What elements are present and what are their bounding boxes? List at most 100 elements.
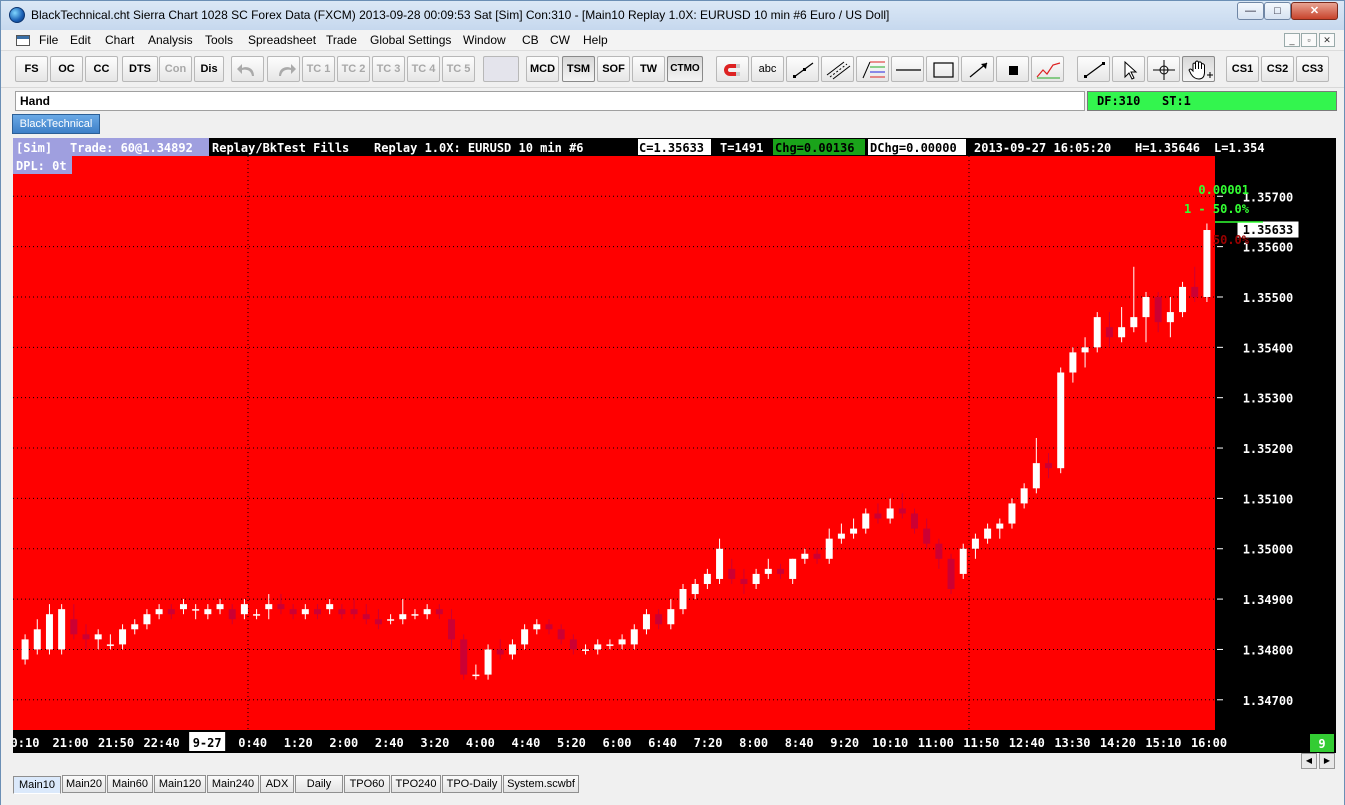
tc3-button[interactable]: TC 3 (372, 56, 405, 82)
blank-button[interactable] (483, 56, 519, 82)
candle-body (630, 629, 638, 645)
tab-tpo240[interactable]: TPO240 (391, 775, 441, 793)
tab-daily[interactable]: Daily (295, 775, 343, 793)
oc-button[interactable]: OC (50, 56, 83, 82)
mcd-button[interactable]: MCD (526, 56, 559, 82)
chartbook-tab[interactable]: BlackTechnical (12, 114, 100, 134)
ray-button[interactable] (786, 56, 819, 82)
current-price-label: 1.35633 (1243, 223, 1294, 237)
fibonacci-button[interactable] (856, 56, 889, 82)
tsm-button[interactable]: TSM (562, 56, 595, 82)
fs-button[interactable]: FS (15, 56, 48, 82)
candle-body (70, 619, 78, 635)
line-button[interactable] (1077, 56, 1110, 82)
menu-file[interactable]: File (39, 33, 58, 47)
menu-global-settings[interactable]: Global Settings (370, 33, 451, 47)
cs2-button[interactable]: CS2 (1261, 56, 1294, 82)
chart-area[interactable]: 1.35700 1.35600 1.35500 1.35400 1.35300 1.352… (13, 138, 1336, 753)
high-value: H=1.35646 (1135, 141, 1200, 155)
mdi-minimize-button[interactable]: _ (1284, 33, 1300, 47)
candle-body (557, 629, 565, 640)
crosshair-button[interactable] (1147, 56, 1180, 82)
sof-button[interactable]: SOF (597, 56, 630, 82)
rectangle-button[interactable] (926, 56, 959, 82)
menu-help[interactable]: Help (583, 33, 608, 47)
tab-adx[interactable]: ADX (260, 775, 294, 793)
close-button[interactable]: ✕ (1291, 2, 1338, 20)
zigzag-icon (1036, 62, 1061, 79)
title-bar[interactable]: BlackTechnical.cht Sierra Chart 1028 SC … (1, 1, 1344, 30)
candle-body (642, 614, 650, 630)
magnet-button[interactable] (716, 56, 749, 82)
horizontal-line-button[interactable] (891, 56, 924, 82)
tc1-button[interactable]: TC 1 (302, 56, 335, 82)
hand-icon (1188, 60, 1213, 80)
time-tick-label: 5:20 (557, 736, 586, 750)
menu-analysis[interactable]: Analysis (148, 33, 193, 47)
candle-body (679, 589, 687, 610)
app-globe-icon (9, 7, 25, 23)
text-tool-button[interactable]: abc (751, 56, 784, 82)
arrow-button[interactable] (961, 56, 994, 82)
tab-main60[interactable]: Main60 (107, 775, 153, 793)
tc4-button[interactable]: TC 4 (407, 56, 440, 82)
tw-button[interactable]: TW (632, 56, 665, 82)
current-tool-label: Hand (20, 94, 50, 108)
tc5-button[interactable]: TC 5 (442, 56, 475, 82)
tab-system-scwbf[interactable]: System.scwbf (503, 775, 579, 793)
candle-body (1045, 463, 1053, 469)
tab-main240[interactable]: Main240 (207, 775, 259, 793)
cc-button[interactable]: CC (85, 56, 118, 82)
con-button[interactable]: Con (159, 56, 192, 82)
pointer-button[interactable] (1112, 56, 1145, 82)
hand-button[interactable] (1182, 56, 1215, 82)
scroll-left-icon[interactable]: ◀ (1301, 753, 1317, 769)
candle-body (448, 619, 456, 640)
candle-body (240, 604, 248, 615)
candle-body (21, 639, 29, 660)
time-tick-label: 9:20 (830, 736, 859, 750)
menu-trade[interactable]: Trade (326, 33, 357, 47)
candle-body (94, 634, 102, 640)
undo-button[interactable] (231, 56, 264, 82)
ctmo-button[interactable]: CTMO (667, 56, 703, 82)
cs1-button[interactable]: CS1 (1226, 56, 1259, 82)
candle-body (801, 553, 809, 559)
candle-body (862, 513, 870, 529)
mdi-restore-button[interactable]: ▫ (1301, 33, 1317, 47)
daily-change-value: DChg=0.00000 (870, 141, 957, 155)
menu-cb[interactable]: CB (522, 33, 539, 47)
candle-body (569, 639, 577, 650)
tab-tpo60[interactable]: TPO60 (344, 775, 390, 793)
document-icon[interactable] (16, 35, 30, 46)
mdi-close-button[interactable]: ✕ (1319, 33, 1335, 47)
menu-spreadsheet[interactable]: Spreadsheet (248, 33, 316, 47)
redo-button[interactable] (267, 56, 300, 82)
tab-tpo-daily[interactable]: TPO-Daily (442, 775, 502, 793)
candle-body (740, 578, 748, 584)
menu-tools[interactable]: Tools (205, 33, 233, 47)
zigzag-button[interactable] (1031, 56, 1064, 82)
menu-edit[interactable]: Edit (70, 33, 91, 47)
price-chart[interactable]: 1.35700 1.35600 1.35500 1.35400 1.35300 1.352… (13, 138, 1336, 753)
tab-main120[interactable]: Main120 (154, 775, 206, 793)
menu-cw[interactable]: CW (550, 33, 570, 47)
horizontal-scrollbar[interactable]: ◀ ▶ (1301, 753, 1337, 771)
cs3-button[interactable]: CS3 (1296, 56, 1329, 82)
dts-button[interactable]: DTS (122, 56, 158, 82)
marker-button[interactable] (996, 56, 1029, 82)
candle-body (216, 604, 224, 610)
menu-window[interactable]: Window (463, 33, 506, 47)
tab-main20[interactable]: Main20 (62, 775, 106, 793)
scroll-right-icon[interactable]: ▶ (1319, 753, 1335, 769)
dis-button[interactable]: Dis (194, 56, 224, 82)
parallel-lines-button[interactable] (821, 56, 854, 82)
candle-body (825, 538, 833, 559)
ray-icon (793, 62, 814, 78)
candle-body (387, 619, 395, 621)
menu-chart[interactable]: Chart (105, 33, 134, 47)
tc2-button[interactable]: TC 2 (337, 56, 370, 82)
tab-main10[interactable]: Main10 (13, 776, 61, 794)
minimize-button[interactable]: — (1237, 2, 1264, 20)
maximize-button[interactable]: □ (1264, 2, 1291, 20)
